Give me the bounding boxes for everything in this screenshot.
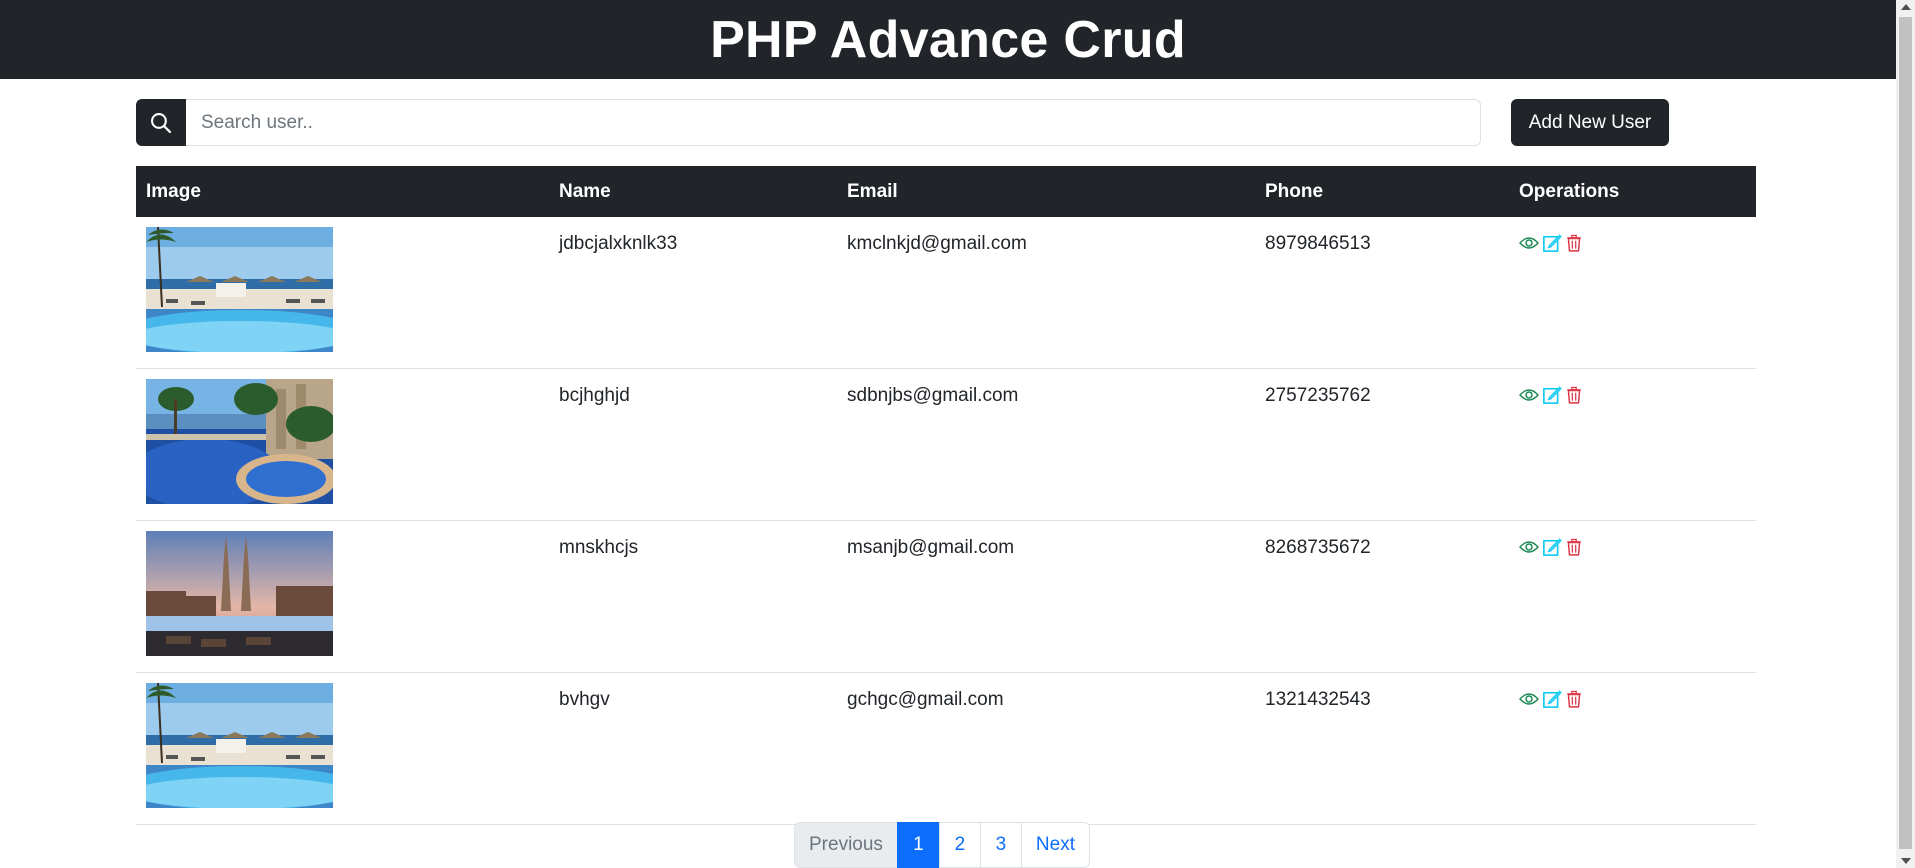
page-title: PHP Advance Crud: [710, 10, 1186, 69]
view-button[interactable]: [1519, 538, 1539, 556]
pagination: Previous 1 2 3 Next: [794, 822, 1090, 868]
search-bar: [136, 99, 1481, 146]
eye-icon: [1519, 389, 1539, 401]
name-cell: bvhgv: [549, 672, 837, 825]
name-cell: bcjhghjd: [549, 368, 837, 521]
edit-icon: [1543, 386, 1562, 404]
email-cell: sdbnjbs@gmail.com: [837, 368, 1255, 521]
view-button[interactable]: [1519, 234, 1539, 252]
scroll-down-icon[interactable]: [1901, 858, 1911, 864]
vertical-scrollbar[interactable]: [1896, 0, 1915, 868]
pagination-next[interactable]: Next: [1020, 822, 1090, 868]
email-cell: kmclnkjd@gmail.com: [837, 217, 1255, 369]
operations-cell: [1509, 520, 1756, 673]
search-input[interactable]: [186, 99, 1481, 146]
view-button[interactable]: [1519, 386, 1539, 404]
eye-icon: [1519, 237, 1539, 249]
page-header: PHP Advance Crud: [0, 0, 1896, 79]
name-cell: mnskhcjs: [549, 520, 837, 673]
edit-button[interactable]: [1542, 537, 1562, 557]
table-row: bvhgv gchgc@gmail.com 1321432543: [136, 672, 1756, 825]
pagination-previous[interactable]: Previous: [794, 822, 898, 868]
edit-button[interactable]: [1542, 385, 1562, 405]
table-row: bcjhghjd sdbnjbs@gmail.com 2757235762: [136, 368, 1756, 521]
operations-cell: [1509, 672, 1756, 825]
edit-button[interactable]: [1542, 233, 1562, 253]
page-link-2[interactable]: 2: [938, 822, 981, 868]
column-header-phone: Phone: [1255, 166, 1509, 217]
page-link-3[interactable]: 3: [979, 822, 1022, 868]
edit-button[interactable]: [1542, 689, 1562, 709]
image-cell: [136, 672, 549, 825]
phone-cell: 8979846513: [1255, 217, 1509, 369]
delete-button[interactable]: [1565, 385, 1583, 405]
edit-icon: [1543, 234, 1562, 252]
search-icon: [151, 112, 172, 133]
operations-cell: [1509, 368, 1756, 521]
trash-icon: [1567, 386, 1581, 404]
page-link-1[interactable]: 1: [896, 822, 940, 868]
search-button[interactable]: [136, 99, 186, 146]
eye-icon: [1519, 693, 1539, 705]
phone-cell: 2757235762: [1255, 368, 1509, 521]
column-header-email: Email: [837, 166, 1255, 217]
add-new-user-button[interactable]: Add New User: [1511, 99, 1669, 146]
phone-cell: 8268735672: [1255, 520, 1509, 673]
user-photo: [146, 379, 333, 504]
trash-icon: [1567, 234, 1581, 252]
table-row: jdbcjalxknlk33 kmclnkjd@gmail.com 897984…: [136, 217, 1756, 369]
edit-icon: [1543, 538, 1562, 556]
email-cell: msanjb@gmail.com: [837, 520, 1255, 673]
column-header-name: Name: [549, 166, 837, 217]
table-row: mnskhcjs msanjb@gmail.com 8268735672: [136, 520, 1756, 673]
operations-cell: [1509, 217, 1756, 369]
edit-icon: [1543, 690, 1562, 708]
scrollbar-thumb[interactable]: [1899, 17, 1912, 849]
delete-button[interactable]: [1565, 233, 1583, 253]
trash-icon: [1567, 538, 1581, 556]
scroll-up-icon[interactable]: [1901, 4, 1911, 10]
email-cell: gchgc@gmail.com: [837, 672, 1255, 825]
user-photo: [146, 531, 333, 656]
users-table: Image Name Email Phone Operations jdbcja…: [136, 166, 1756, 825]
image-cell: [136, 520, 549, 673]
table-header-row: Image Name Email Phone Operations: [136, 166, 1756, 217]
delete-button[interactable]: [1565, 537, 1583, 557]
eye-icon: [1519, 541, 1539, 553]
image-cell: [136, 368, 549, 521]
column-header-operations: Operations: [1509, 166, 1756, 217]
phone-cell: 1321432543: [1255, 672, 1509, 825]
view-button[interactable]: [1519, 690, 1539, 708]
trash-icon: [1567, 690, 1581, 708]
column-header-image: Image: [136, 166, 549, 217]
user-photo: [146, 227, 333, 352]
user-photo: [146, 683, 333, 808]
name-cell: jdbcjalxknlk33: [549, 217, 837, 369]
image-cell: [136, 217, 549, 369]
delete-button[interactable]: [1565, 689, 1583, 709]
